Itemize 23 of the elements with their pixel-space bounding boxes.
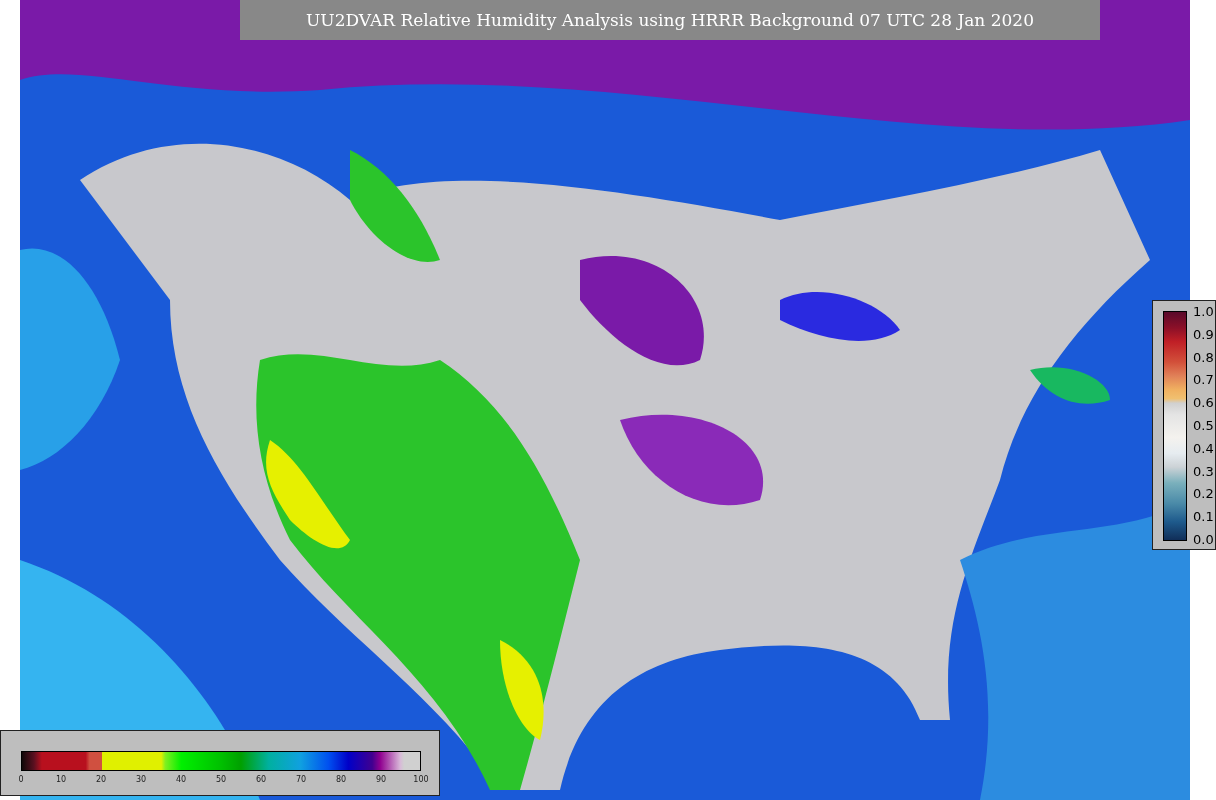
map-title: UU2DVAR Relative Humidity Analysis using HRRR Background 07 UTC 28 Jan 2020: [240, 0, 1100, 40]
colorbar-tick-label: 0.1: [1193, 508, 1214, 524]
colorbar-tick-label: 0.5: [1193, 417, 1214, 433]
colorbar-tick-label: 1.0: [1193, 303, 1214, 319]
colorbar-tick-label: 70: [295, 775, 307, 784]
colorbar-tick-label: 90: [375, 775, 387, 784]
colorbar-tick-label: 0.8: [1193, 349, 1214, 365]
colorbar-tick-label: 0.3: [1193, 463, 1214, 479]
colorbar-tick-label: 50: [215, 775, 227, 784]
colorbar-tick-label: 0.7: [1193, 371, 1214, 387]
colorbar-tick-label: 30: [135, 775, 147, 784]
colorbar-tick-label: 0.9: [1193, 326, 1214, 342]
colorbar-tick-label: 0: [18, 775, 24, 784]
colorbar-tick-label: 80: [335, 775, 347, 784]
colorbar-tick-label: 60: [255, 775, 267, 784]
colorbar-tick-label: 0.4: [1193, 440, 1214, 456]
colorbar-tick-label: 0.2: [1193, 485, 1214, 501]
colorbar-tick-label: 40: [175, 775, 187, 784]
colorbar-tick-label: 100: [413, 775, 429, 784]
colorbar-tick-label: 10: [55, 775, 67, 784]
colorbar-tick-label: 20: [95, 775, 107, 784]
colorbar-tick-label: 0.6: [1193, 394, 1214, 410]
colorbar-tick-label: 0.0: [1193, 531, 1214, 547]
